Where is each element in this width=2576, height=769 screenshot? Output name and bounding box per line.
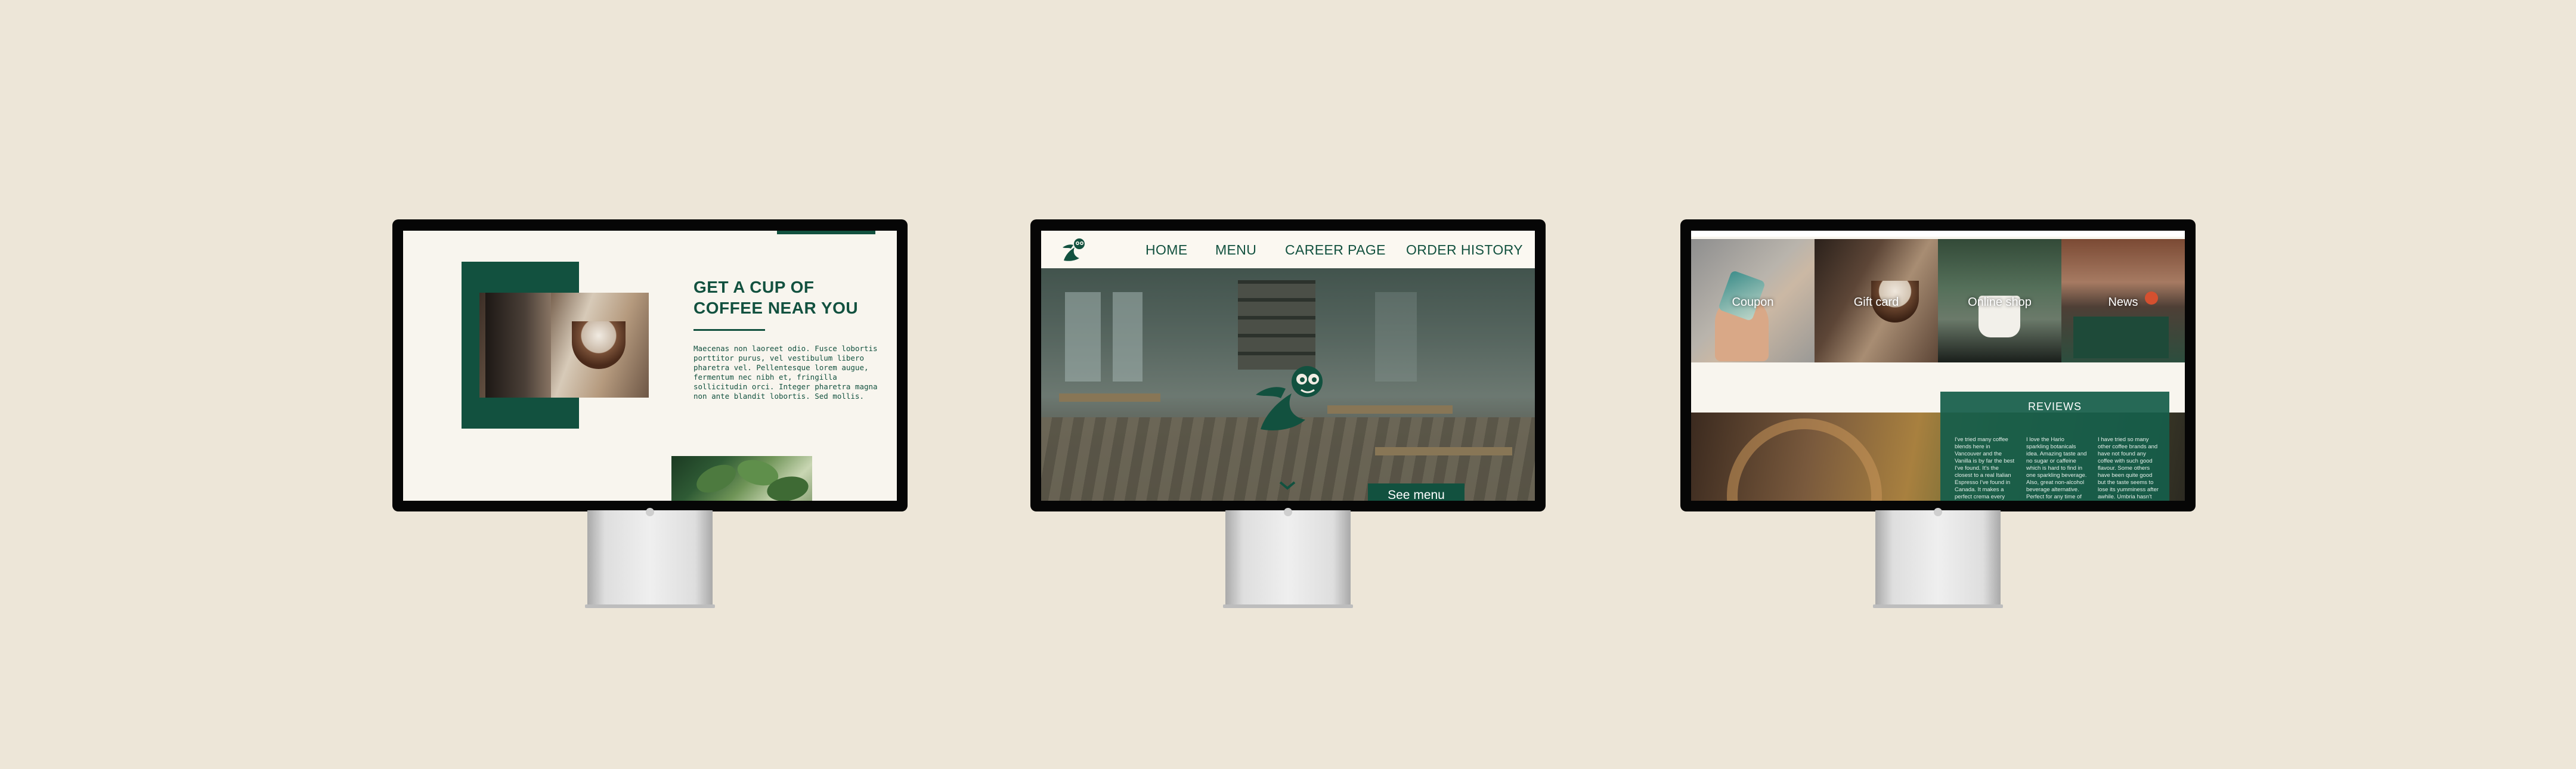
nav-home[interactable]: HOME [1145, 242, 1188, 258]
monitor-center: HOME MENU CAREER PAGE ORDER HISTORY See … [1030, 219, 1546, 511]
review-text: I have tried so many other coffee brands… [2098, 436, 2159, 500]
monitor-stand-left [585, 508, 715, 608]
monitor-stand-center [1223, 508, 1353, 608]
nav-order-history[interactable]: ORDER HISTORY [1406, 242, 1523, 258]
ring-shape [1727, 418, 1882, 501]
tile-label: News [2108, 296, 2138, 309]
mascot-logo-icon[interactable] [1058, 235, 1091, 264]
title-line-2: COFFEE NEAR YOU [693, 299, 859, 317]
monitor-right: Coupon Gift card Online shop News REVIEW… [1680, 219, 2196, 511]
machine-shape [485, 293, 551, 398]
screen-coffee-near-you: GET A CUP OF COFFEE NEAR YOU Maecenas no… [403, 231, 897, 501]
reviews-panel: REVIEWS I've tried many coffee blends he… [1940, 392, 2169, 501]
tile-gift-card[interactable]: Gift card [1815, 239, 1938, 362]
chevron-down-icon[interactable] [1278, 480, 1296, 490]
page-title: GET A CUP OF COFFEE NEAR YOU [693, 277, 884, 318]
plant-photo [671, 456, 812, 501]
tile-label: Gift card [1853, 296, 1899, 309]
leaf-shape [692, 459, 741, 498]
sign-shape [2073, 317, 2169, 358]
review-text: I love the Hario sparkling botanicals id… [2026, 436, 2087, 500]
espresso-machine-photo [479, 293, 649, 398]
monitor-stand-right [1873, 508, 2003, 608]
tile-label: Online shop [1968, 296, 2032, 309]
tile-news[interactable]: News [2061, 239, 2185, 362]
hero-cafe-photo [1041, 268, 1535, 501]
see-menu-button[interactable]: See menu [1368, 483, 1465, 501]
top-navigation: HOME MENU CAREER PAGE ORDER HISTORY [1041, 231, 1535, 268]
top-accent-bar [777, 231, 875, 234]
top-stripe [1691, 231, 2185, 237]
nav-menu[interactable]: MENU [1215, 242, 1256, 258]
tile-label: Coupon [1732, 296, 1774, 309]
stand-foot [585, 604, 715, 608]
review-text: I've tried many coffee blends here in Va… [1955, 436, 2015, 500]
stand-foot [1223, 604, 1353, 608]
title-divider [693, 329, 765, 331]
nav-career-page[interactable]: CAREER PAGE [1285, 242, 1386, 258]
title-line-1: GET A CUP OF [693, 278, 815, 296]
screen-home: HOME MENU CAREER PAGE ORDER HISTORY See … [1041, 231, 1535, 501]
reviews-title: REVIEWS [2027, 401, 2082, 413]
monitor-left: GET A CUP OF COFFEE NEAR YOU Maecenas no… [392, 219, 908, 511]
coffee-cup-shape [572, 321, 626, 369]
screen-services: Coupon Gift card Online shop News REVIEW… [1691, 231, 2185, 501]
tile-online-shop[interactable]: Online shop [1938, 239, 2061, 362]
tile-coupon[interactable]: Coupon [1691, 239, 1815, 362]
stand-foot [1873, 604, 2003, 608]
mascot-icon [1256, 366, 1323, 431]
body-paragraph: Maecenas non laoreet odio. Fusce loborti… [693, 344, 878, 401]
